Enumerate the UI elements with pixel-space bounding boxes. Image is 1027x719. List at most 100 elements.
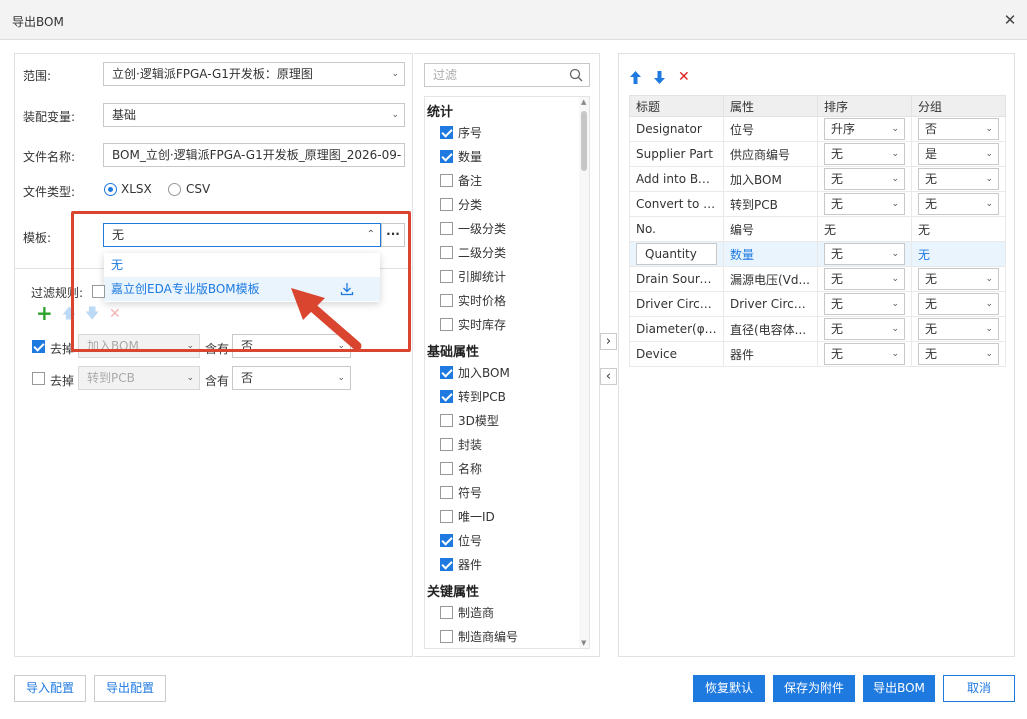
cell-sort[interactable]: 无 ⌄ <box>817 191 912 217</box>
arrow-down-icon[interactable]: 🡇 <box>85 307 99 321</box>
scrollbar-track[interactable]: ▲ ▼ <box>579 97 589 648</box>
cell-group[interactable]: 无 ⌄ <box>911 266 1006 292</box>
template-option-jlc[interactable]: 嘉立创EDA专业版BOM模板 <box>104 277 380 301</box>
field-checkbox[interactable] <box>440 149 453 163</box>
close-icon[interactable]: ✕ <box>999 9 1021 31</box>
field-item[interactable]: 引脚统计 <box>440 266 506 286</box>
cell-title[interactable]: Quantity <box>629 241 724 267</box>
field-item[interactable]: 唯一ID <box>440 506 495 526</box>
sort-select[interactable]: 无 ⌄ <box>824 193 905 215</box>
cell-sort[interactable]: 无 ⌄ <box>817 316 912 342</box>
field-checkbox[interactable] <box>440 389 453 403</box>
sort-select[interactable]: 无 ⌄ <box>824 343 905 365</box>
group-select[interactable]: 无 ⌄ <box>918 193 999 215</box>
delete-icon[interactable]: ✕ <box>109 307 121 321</box>
assembly-select[interactable]: 基础 ⌄ <box>103 103 405 127</box>
field-item[interactable]: 转到PCB <box>440 386 506 406</box>
field-checkbox[interactable] <box>440 461 453 475</box>
field-checkbox[interactable] <box>440 509 453 523</box>
field-checkbox[interactable] <box>440 269 453 283</box>
table-row[interactable]: Driver Circuitry Driver Circuitry 无 ⌄ 无 ⌄ <box>629 291 1006 317</box>
cell-group[interactable]: 是 ⌄ <box>911 141 1006 167</box>
group-select[interactable]: 无 ⌄ <box>918 268 999 290</box>
field-item[interactable]: 符号 <box>440 482 482 502</box>
field-filter-input[interactable]: 过滤 <box>424 63 590 87</box>
field-item[interactable]: 制造商编号 <box>440 626 518 646</box>
group-select[interactable]: 无 ⌄ <box>918 168 999 190</box>
cell-group[interactable]: 无 ⌄ <box>911 291 1006 317</box>
field-checkbox[interactable] <box>440 485 453 499</box>
table-row[interactable]: Quantity 数量无 ⌄ 无 <box>629 241 1006 267</box>
cell-sort[interactable]: 无 ⌄ <box>817 241 912 267</box>
sort-select[interactable]: 无 ⌄ <box>824 318 905 340</box>
group-select[interactable]: 是 ⌄ <box>918 143 999 165</box>
save-attachment-button[interactable]: 保存为附件 <box>773 675 855 702</box>
filter-rules-checkbox[interactable] <box>92 285 105 298</box>
template-option-none[interactable]: 无 <box>104 253 380 277</box>
field-item[interactable]: 实时价格 <box>440 290 506 310</box>
move-right-button[interactable]: › <box>600 333 617 350</box>
field-checkbox[interactable] <box>440 413 453 427</box>
template-more-button[interactable]: ··· <box>381 223 405 247</box>
cell-group[interactable]: 无 ⌄ <box>911 191 1006 217</box>
field-item[interactable]: 位号 <box>440 530 482 550</box>
cell-group[interactable]: 无 ⌄ <box>911 166 1006 192</box>
field-checkbox[interactable] <box>440 533 453 547</box>
cancel-button[interactable]: 取消 <box>943 675 1015 702</box>
field-checkbox[interactable] <box>440 605 453 619</box>
field-item[interactable]: 序号 <box>440 122 482 142</box>
cell-sort[interactable]: 无 ⌄ <box>817 291 912 317</box>
template-select[interactable]: 无 ⌃ <box>103 223 381 247</box>
sort-select[interactable]: 升序 ⌄ <box>824 118 905 140</box>
field-checkbox[interactable] <box>440 245 453 259</box>
add-icon[interactable]: + <box>36 303 53 323</box>
table-row[interactable]: Diameter(φD) 直径(电容体... 无 ⌄ 无 ⌄ <box>629 316 1006 342</box>
rule-1-value-select[interactable]: 否 ⌄ <box>232 334 351 358</box>
field-item[interactable]: 制造商 <box>440 602 494 622</box>
field-checkbox[interactable] <box>440 173 453 187</box>
field-item[interactable]: 名称 <box>440 458 482 478</box>
cell-group[interactable]: 无 ⌄ <box>911 341 1006 367</box>
cell-sort[interactable]: 升序 ⌄ <box>817 116 912 142</box>
table-row[interactable]: Add into BOM 加入BOM 无 ⌄ 无 ⌄ <box>629 166 1006 192</box>
move-down-icon[interactable] <box>653 70 666 85</box>
sort-select[interactable]: 无 ⌄ <box>824 143 905 165</box>
cell-sort[interactable]: 无 ⌄ <box>817 341 912 367</box>
delete-row-icon[interactable]: ✕ <box>678 70 690 84</box>
scope-select[interactable]: 立创·逻辑派FPGA-G1开发板：原理图 ⌄ <box>103 62 405 86</box>
field-item[interactable]: 一级分类 <box>440 218 506 238</box>
export-config-button[interactable]: 导出配置 <box>94 675 166 702</box>
field-checkbox[interactable] <box>440 125 453 139</box>
table-row[interactable]: No. 编号无无 <box>629 216 1006 242</box>
table-row[interactable]: Device 器件无 ⌄ 无 ⌄ <box>629 341 1006 367</box>
table-row[interactable]: Drain Sourc... 漏源电压(Vd... 无 ⌄ 无 ⌄ <box>629 266 1006 292</box>
restore-default-button[interactable]: 恢复默认 <box>693 675 765 702</box>
export-bom-button[interactable]: 导出BOM <box>863 675 935 702</box>
sort-select[interactable]: 无 ⌄ <box>824 168 905 190</box>
group-select[interactable]: 否 ⌄ <box>918 118 999 140</box>
field-item[interactable]: 加入BOM <box>440 362 510 382</box>
field-item[interactable]: 实时库存 <box>440 314 506 334</box>
scrollbar-thumb[interactable] <box>581 111 587 171</box>
field-item[interactable]: 分类 <box>440 194 482 214</box>
field-checkbox[interactable] <box>440 221 453 235</box>
rule-1-checkbox[interactable] <box>32 340 45 353</box>
table-row[interactable]: Supplier Part 供应商编号无 ⌄ 是 ⌄ <box>629 141 1006 167</box>
cell-group[interactable]: 无 ⌄ <box>911 316 1006 342</box>
radio-csv[interactable] <box>168 183 181 196</box>
filename-input[interactable]: BOM_立创·逻辑派FPGA-G1开发板_原理图_2026-09- <box>103 143 405 167</box>
field-checkbox[interactable] <box>440 365 453 379</box>
rule-2-checkbox[interactable] <box>32 372 45 385</box>
field-item[interactable]: 3D模型 <box>440 410 499 430</box>
field-item[interactable]: 备注 <box>440 170 482 190</box>
cell-sort[interactable]: 无 ⌄ <box>817 266 912 292</box>
field-checkbox[interactable] <box>440 629 453 643</box>
group-select[interactable]: 无 ⌄ <box>918 293 999 315</box>
arrow-up-icon[interactable]: 🡅 <box>62 307 76 321</box>
move-left-button[interactable]: ‹ <box>600 368 617 385</box>
field-item[interactable]: 数量 <box>440 146 482 166</box>
sort-select[interactable]: 无 ⌄ <box>824 243 905 265</box>
cell-sort[interactable]: 无 ⌄ <box>817 166 912 192</box>
download-icon[interactable] <box>340 282 354 296</box>
sort-select[interactable]: 无 ⌄ <box>824 293 905 315</box>
